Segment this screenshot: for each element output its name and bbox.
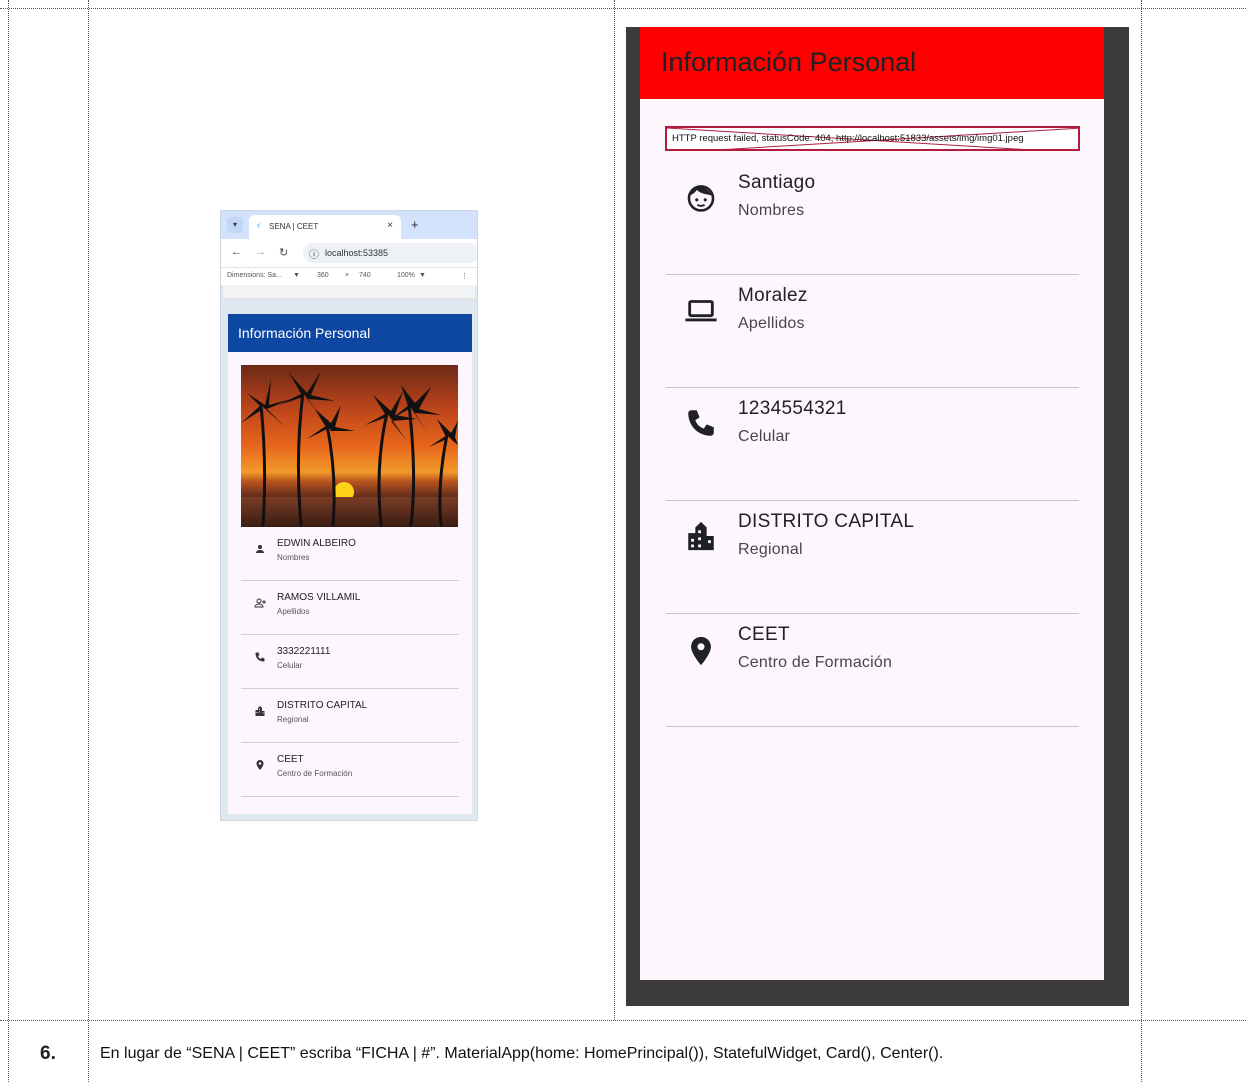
device-ruler [223, 285, 475, 299]
list-item[interactable]: RAMOS VILLAMIL Apellidos [241, 581, 459, 635]
more-options-icon[interactable]: ⋮ [461, 272, 468, 280]
list-item-title: CEET [738, 624, 790, 645]
list-item-subtitle: Regional [277, 715, 309, 724]
browser-app-bar: Información Personal [228, 314, 472, 352]
list-item-subtitle: Nombres [738, 202, 805, 219]
address-bar[interactable]: ⓘ localhost:53385 [303, 243, 477, 263]
browser-tab-bar: ▾ ‹ SENA | CEET × + [221, 211, 477, 239]
table-left-border [8, 0, 9, 1082]
table-col-divider-3 [1141, 0, 1142, 1082]
dimension-separator: × [345, 272, 350, 279]
list-item-subtitle: Celular [738, 428, 791, 445]
list-item-subtitle: Nombres [277, 553, 310, 562]
list-item-title: CEET [277, 754, 304, 765]
list-item-title: EDWIN ALBEIRO [277, 538, 356, 549]
row-number: 6. [40, 1043, 56, 1064]
list-item-title: Santiago [738, 172, 816, 193]
browser-app-preview: Información Personal EDWIN ALBEIRO Nombr… [228, 314, 472, 814]
person-icon [253, 543, 267, 558]
list-item[interactable]: EDWIN ALBEIRO Nombres [241, 527, 459, 581]
devtools-device-toolbar: Dimensions: Sa... ▼ 360 × 740 100% ▼ ⋮ [221, 267, 477, 285]
phone-icon [688, 410, 714, 436]
list-item[interactable]: 1234554321 Celular [666, 388, 1079, 501]
row-instruction: En lugar de “SENA | CEET” escriba “FICHA… [100, 1045, 944, 1062]
table-col-divider-1 [88, 0, 89, 1082]
image-error-message: HTTP request failed, statusCode: 404, ht… [672, 133, 1024, 144]
image-load-error: HTTP request failed, statusCode: 404, ht… [665, 126, 1080, 151]
list-item[interactable]: CEET Centro de Formación [241, 743, 459, 797]
list-item-title: RAMOS VILLAMIL [277, 592, 361, 603]
phone-emulator: Información Personal HTTP request failed… [626, 27, 1129, 1006]
browser-tab-title: SENA | CEET [269, 222, 319, 231]
dimensions-dropdown-icon[interactable]: ▼ [293, 272, 300, 279]
browser-tab[interactable]: ‹ SENA | CEET × [249, 215, 401, 239]
city-icon [688, 521, 714, 551]
address-bar-url: localhost:53385 [325, 248, 389, 258]
device-width[interactable]: 360 [317, 272, 329, 279]
tab-close-icon[interactable]: × [387, 220, 393, 231]
list-item[interactable]: CEET Centro de Formación [666, 614, 1079, 727]
list-item-title: 1234554321 [738, 398, 847, 419]
location-pin-icon [691, 636, 711, 666]
list-item[interactable]: Santiago Nombres [666, 162, 1079, 275]
list-item-subtitle: Apellidos [738, 315, 805, 332]
list-item[interactable]: DISTRITO CAPITAL Regional [241, 689, 459, 743]
list-item-subtitle: Celular [277, 661, 303, 670]
reload-icon[interactable]: ↻ [279, 246, 288, 259]
table-top-border [0, 8, 1246, 9]
list-item-title: DISTRITO CAPITAL [277, 700, 368, 711]
list-item-title: 3332221111 [277, 646, 331, 657]
list-item[interactable]: Moralez Apellidos [666, 275, 1079, 388]
flutter-favicon-icon: ‹ [257, 220, 261, 231]
zoom-dropdown-icon[interactable]: ▼ [419, 272, 426, 279]
list-item[interactable]: 3332221111 Celular [241, 635, 459, 689]
browser-address-row: ← → ↻ ⓘ localhost:53385 [221, 239, 477, 267]
list-item-title: DISTRITO CAPITAL [738, 511, 915, 532]
site-info-icon[interactable]: ⓘ [309, 246, 319, 261]
dimensions-select[interactable]: Dimensions: Sa... [227, 272, 282, 279]
person-add-icon [253, 597, 267, 612]
laptop-icon [685, 300, 717, 322]
face-icon [687, 185, 715, 212]
table-row-divider [0, 1020, 1246, 1021]
phone-screen: Información Personal HTTP request failed… [640, 27, 1104, 980]
list-item-subtitle: Centro de Formación [277, 769, 353, 778]
city-icon [253, 705, 267, 720]
list-item-subtitle: Apellidos [277, 607, 310, 616]
list-item-subtitle: Centro de Formación [738, 654, 893, 671]
browser-app-title: Información Personal [238, 325, 371, 341]
device-height[interactable]: 740 [359, 272, 371, 279]
zoom-select[interactable]: 100% [397, 272, 415, 279]
phone-app-bar: Información Personal [640, 27, 1104, 99]
list-item-subtitle: Regional [738, 541, 803, 558]
palm-trees-silhouette [241, 371, 458, 527]
new-tab-icon[interactable]: + [411, 217, 419, 232]
list-item-title: Moralez [738, 285, 808, 306]
back-arrow-icon[interactable]: ← [231, 246, 242, 258]
browser-screenshot: ▾ ‹ SENA | CEET × + ← → ↻ ⓘ localhost:53… [220, 210, 478, 821]
tab-search-chevron-icon[interactable]: ▾ [227, 217, 243, 233]
location-pin-icon [253, 759, 267, 774]
palm-sunset-image [241, 365, 458, 527]
phone-icon [253, 651, 267, 666]
table-col-divider-2 [614, 0, 615, 1020]
list-item[interactable]: DISTRITO CAPITAL Regional [666, 501, 1079, 614]
forward-arrow-icon[interactable]: → [255, 246, 266, 258]
phone-app-title: Información Personal [661, 47, 917, 77]
